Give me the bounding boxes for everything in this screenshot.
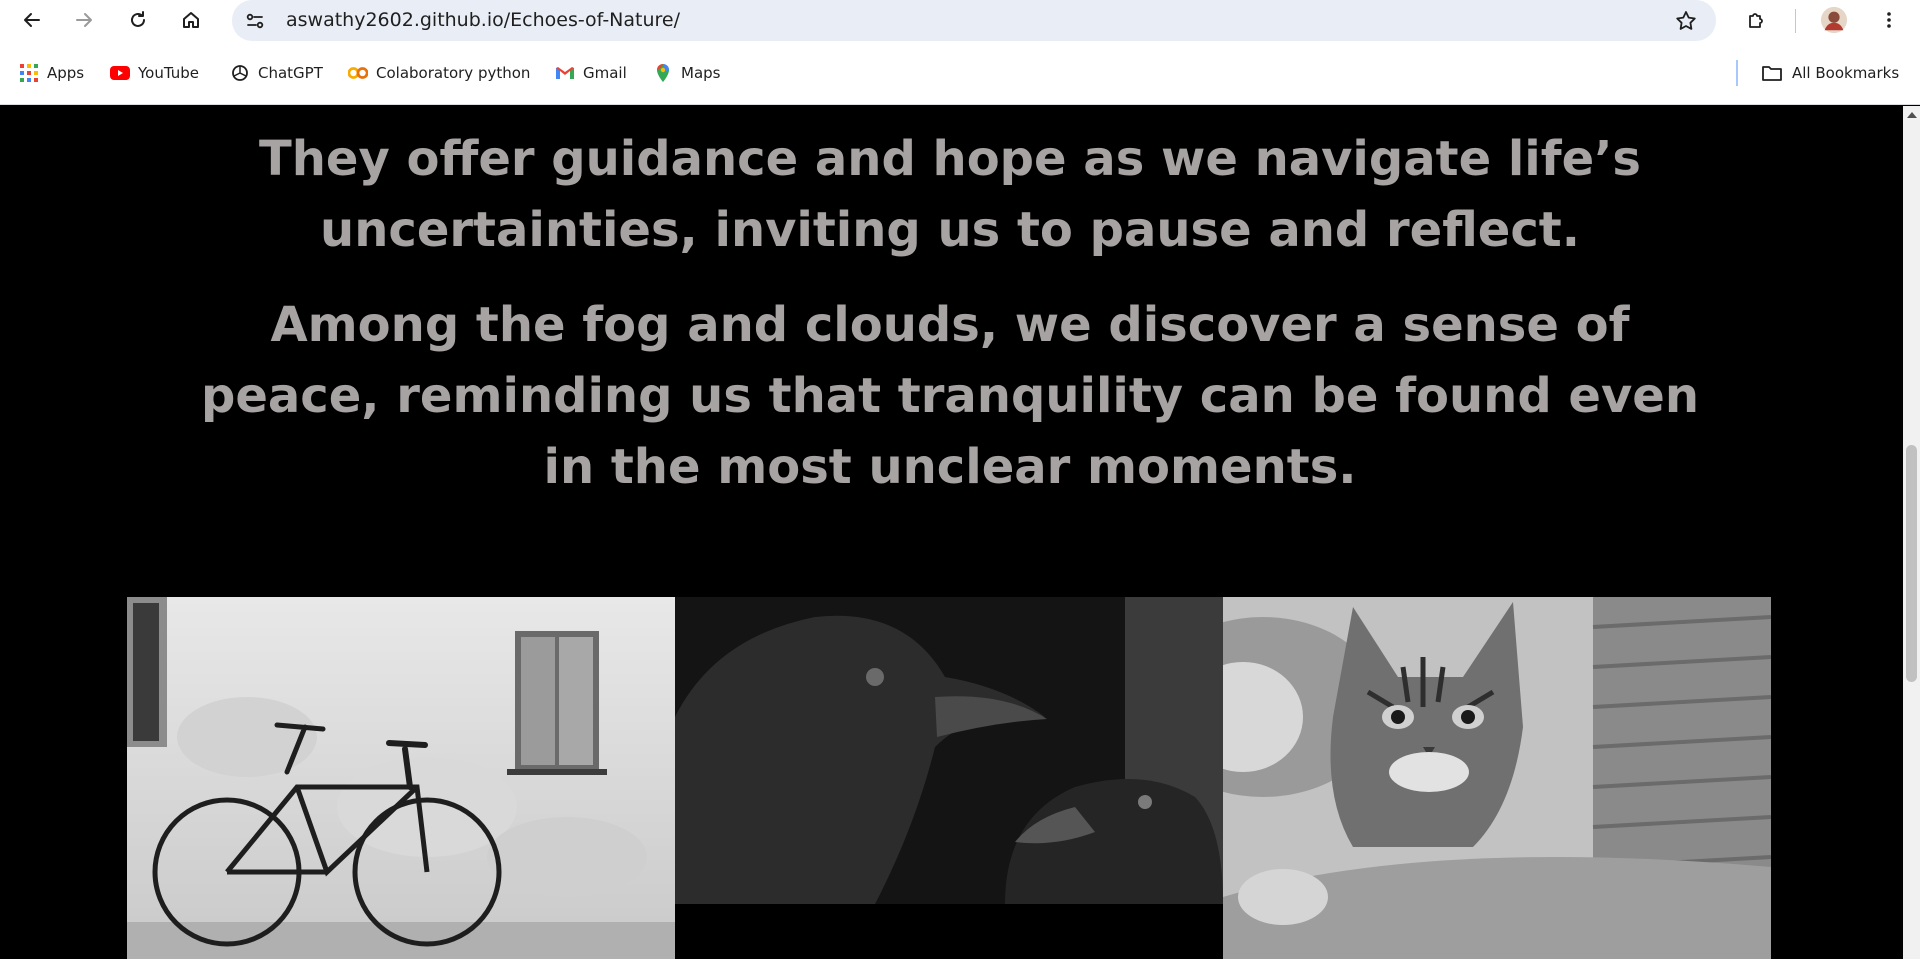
colab-icon xyxy=(348,67,368,79)
bookmark-label: YouTube xyxy=(138,64,199,82)
bookmark-label: Gmail xyxy=(583,64,627,82)
gmail-icon xyxy=(556,67,574,79)
bookmarks-bar: Apps YouTube ChatGPT Colaboratory python… xyxy=(0,41,1920,105)
extensions-icon xyxy=(1749,13,1763,28)
bookmark-maps[interactable]: Maps xyxy=(653,63,720,83)
ravens-photo xyxy=(675,597,1223,904)
bookmark-gmail[interactable]: Gmail xyxy=(555,63,627,83)
bookmarks-divider xyxy=(1736,60,1738,86)
scroll-up-arrow-icon[interactable] xyxy=(1907,112,1917,118)
bookmark-label: ChatGPT xyxy=(258,64,323,82)
extensions-button[interactable] xyxy=(1740,4,1772,36)
home-button[interactable] xyxy=(175,4,207,36)
chrome-menu-button[interactable] xyxy=(1873,4,1905,36)
folder-icon xyxy=(1762,66,1782,81)
site-info-icon[interactable] xyxy=(244,10,266,32)
apps-grid-icon xyxy=(20,64,38,82)
forward-button[interactable] xyxy=(68,4,100,36)
all-bookmarks-button[interactable]: All Bookmarks xyxy=(1760,63,1899,83)
quote-paragraph: They offer guidance and hope as we navig… xyxy=(259,131,1641,258)
back-button[interactable] xyxy=(16,4,48,36)
bicycle-photo xyxy=(127,597,675,959)
page-content: They offer guidance and hope as we navig… xyxy=(0,106,1903,959)
bookmark-label: Apps xyxy=(47,64,85,82)
reload-icon xyxy=(131,11,145,27)
home-icon xyxy=(183,12,199,28)
bookmark-youtube[interactable]: YouTube xyxy=(110,63,199,83)
menu-icon xyxy=(1887,12,1891,28)
reload-button[interactable] xyxy=(122,4,154,36)
chatgpt-icon xyxy=(232,65,248,81)
cat-photo xyxy=(1223,597,1771,959)
bookmark-apps[interactable]: Apps xyxy=(19,63,84,83)
page-scrollbar[interactable] xyxy=(1903,106,1920,959)
bookmark-colab[interactable]: Colaboratory python xyxy=(348,63,530,83)
bookmark-label: Colaboratory python xyxy=(376,64,531,82)
avatar-icon xyxy=(1820,6,1848,34)
browser-toolbar: aswathy2602.github.io/Echoes-of-Nature/ xyxy=(0,0,1920,41)
all-bookmarks-label: All Bookmarks xyxy=(1792,64,1900,82)
maps-icon xyxy=(657,64,669,82)
url-text[interactable]: aswathy2602.github.io/Echoes-of-Nature/ xyxy=(286,9,680,31)
bookmark-label: Maps xyxy=(681,64,721,82)
profile-avatar[interactable] xyxy=(1818,4,1850,36)
toolbar-divider xyxy=(1795,9,1796,33)
back-icon xyxy=(24,13,40,27)
youtube-icon xyxy=(110,66,130,80)
address-bar[interactable]: aswathy2602.github.io/Echoes-of-Nature/ xyxy=(232,0,1716,41)
bookmark-star-icon[interactable] xyxy=(1674,9,1698,33)
forward-icon xyxy=(76,13,92,27)
bookmark-chatgpt[interactable]: ChatGPT xyxy=(230,63,323,83)
scrollbar-thumb[interactable] xyxy=(1906,445,1917,682)
quote-paragraph: Among the fog and clouds, we discover a … xyxy=(200,297,1699,495)
